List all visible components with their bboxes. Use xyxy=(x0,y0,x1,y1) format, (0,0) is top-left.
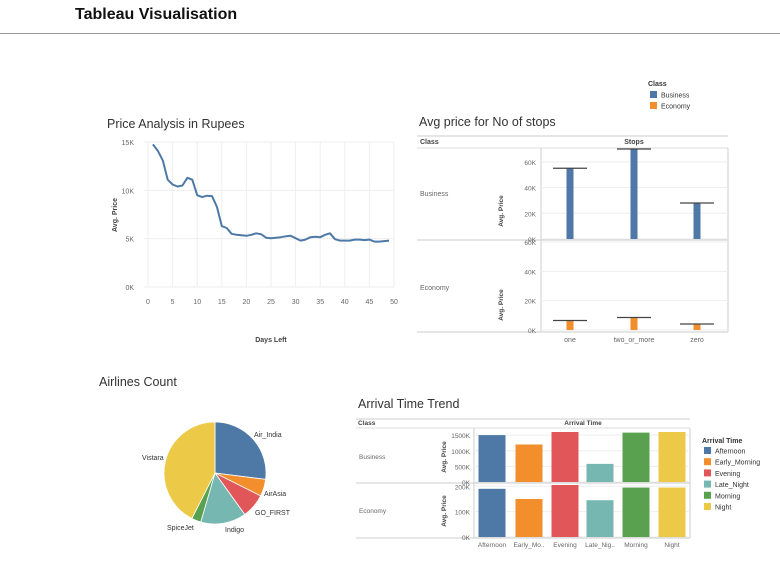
pie-slice xyxy=(214,421,267,480)
price-x-tick-label: 5 xyxy=(171,299,175,306)
arrival-bar xyxy=(658,487,686,537)
stops-bar xyxy=(566,320,574,330)
arrival-bar xyxy=(515,498,543,537)
price-y-tick-label: 10K xyxy=(122,188,135,195)
arrival-legend-label: Morning xyxy=(715,493,740,500)
stops-y-tick-label: 20K xyxy=(524,299,536,306)
arrival-legend-label: Night xyxy=(715,505,731,512)
arrival-category-label: Evening xyxy=(553,542,577,549)
arrival-bar xyxy=(478,435,506,482)
stops-y-tick-label: 60K xyxy=(524,160,536,167)
arrival-bar xyxy=(622,432,650,482)
arrival-legend-label: Afternoon xyxy=(715,449,745,456)
arrival-legend-swatch xyxy=(704,469,711,477)
price-x-tick-label: 45 xyxy=(366,299,374,306)
price-x-tick-label: 50 xyxy=(390,299,398,306)
stops-bar xyxy=(566,168,574,239)
dashboard-canvas: 0 5 10 15 20 25 30 35 40 45 500K5K10K15KDays LeftA… xyxy=(112,81,760,549)
arrival-legend-swatch xyxy=(704,491,711,499)
arrival-legend-swatch xyxy=(704,480,711,488)
arrival-bar xyxy=(658,432,686,482)
arrival-legend-title: Arrival Time xyxy=(702,438,742,445)
price-x-tick-label: 30 xyxy=(292,299,300,306)
arrival-bar xyxy=(586,500,614,537)
arrival-y-tick-label: 0K xyxy=(462,535,471,542)
stops-y-axis-label: Avg. Price xyxy=(498,289,505,321)
arrival-legend-swatch xyxy=(704,458,711,466)
pie-slice-label: SpiceJet xyxy=(167,525,194,532)
stops-y-axis-label: Avg. Price xyxy=(498,195,505,227)
stops-bar xyxy=(630,317,638,330)
price-x-tick-label: 20 xyxy=(243,299,251,306)
stops-legend-title: Class xyxy=(648,81,667,88)
pie-slice-label: Vistara xyxy=(142,455,164,462)
stops-category-label: zero xyxy=(690,337,704,344)
stops-row-label: Business xyxy=(420,191,449,198)
pie-slice-label: GO_FIRST xyxy=(255,510,291,517)
arrival-row-label: Economy xyxy=(359,508,387,515)
pie-slice-label: Indigo xyxy=(225,527,244,534)
stops-bar xyxy=(693,323,701,330)
arrival-legend-label: Evening xyxy=(715,471,740,478)
price-x-tick-label: 10 xyxy=(193,299,201,306)
arrival-y-tick-label: 1000K xyxy=(451,449,470,456)
arrival-bar xyxy=(551,432,579,482)
price-x-tick-label: 15 xyxy=(218,299,226,306)
arrival-bar xyxy=(551,485,579,537)
price-y-tick-label: 15K xyxy=(122,140,135,147)
arrival-category-label: Late_Nig.. xyxy=(585,542,615,549)
arrival-y-tick-label: 500K xyxy=(455,464,471,471)
stops-y-tick-label: 60K xyxy=(524,240,536,247)
arrival-legend-swatch xyxy=(704,447,711,454)
price-x-axis-label: Days Left xyxy=(255,337,287,344)
arrival-category-label: Morning xyxy=(624,542,648,549)
arrival-category-label: Early_Mo.. xyxy=(513,542,544,549)
arrival-y-tick-label: 1500K xyxy=(451,433,470,440)
stops-bar xyxy=(693,203,701,239)
stops-y-tick-label: 40K xyxy=(524,186,536,193)
price-x-tick-label: 35 xyxy=(316,299,324,306)
arrival-bar xyxy=(622,487,650,537)
stops-column-header: Stops xyxy=(624,139,644,146)
arrival-y-tick-label: 100K xyxy=(455,510,471,517)
arrival-legend-label: Late_Night xyxy=(715,482,749,489)
arrival-row-header: Class xyxy=(358,420,376,427)
price-x-tick-label: 0 xyxy=(146,299,150,306)
price-x-tick-label: 25 xyxy=(267,299,275,306)
arrival-category-label: Night xyxy=(664,542,679,549)
arrival-y-axis-label: Avg. Price xyxy=(441,495,448,527)
price-y-tick-label: 5K xyxy=(125,237,134,244)
arrival-category-label: Afternoon xyxy=(478,542,507,549)
price-x-tick-label: 40 xyxy=(341,299,349,306)
price-y-tick-label: 0K xyxy=(125,285,134,292)
arrival-legend-label: Early_Morning xyxy=(715,460,760,467)
stops-category-label: two_or_more xyxy=(614,337,655,344)
stops-legend-label: Economy xyxy=(661,104,691,111)
pie-slice-label: Air_India xyxy=(254,432,282,439)
arrival-bar xyxy=(515,444,543,482)
stops-y-tick-label: 0K xyxy=(528,328,537,335)
stops-row-label: Economy xyxy=(420,285,450,292)
arrival-y-tick-label: 200K xyxy=(455,484,471,491)
arrival-bar xyxy=(478,488,506,537)
stops-row-header: Class xyxy=(420,139,439,146)
arrival-bar xyxy=(586,463,614,482)
arrival-legend-swatch xyxy=(704,503,711,510)
pie-slice-label: AirAsia xyxy=(264,491,286,498)
stops-bar xyxy=(630,149,638,239)
stops-legend-swatch xyxy=(650,102,657,109)
stops-category-label: one xyxy=(564,337,576,344)
stops-legend-label: Business xyxy=(661,93,690,100)
stops-legend-swatch xyxy=(650,91,657,98)
arrival-column-header: Arrival Time xyxy=(564,420,602,427)
stops-y-tick-label: 40K xyxy=(524,269,536,276)
stops-y-tick-label: 20K xyxy=(524,211,536,218)
arrival-y-axis-label: Avg. Price xyxy=(441,441,448,473)
arrival-row-label: Business xyxy=(359,454,386,461)
price-y-axis-label: Avg. Price xyxy=(112,198,119,232)
